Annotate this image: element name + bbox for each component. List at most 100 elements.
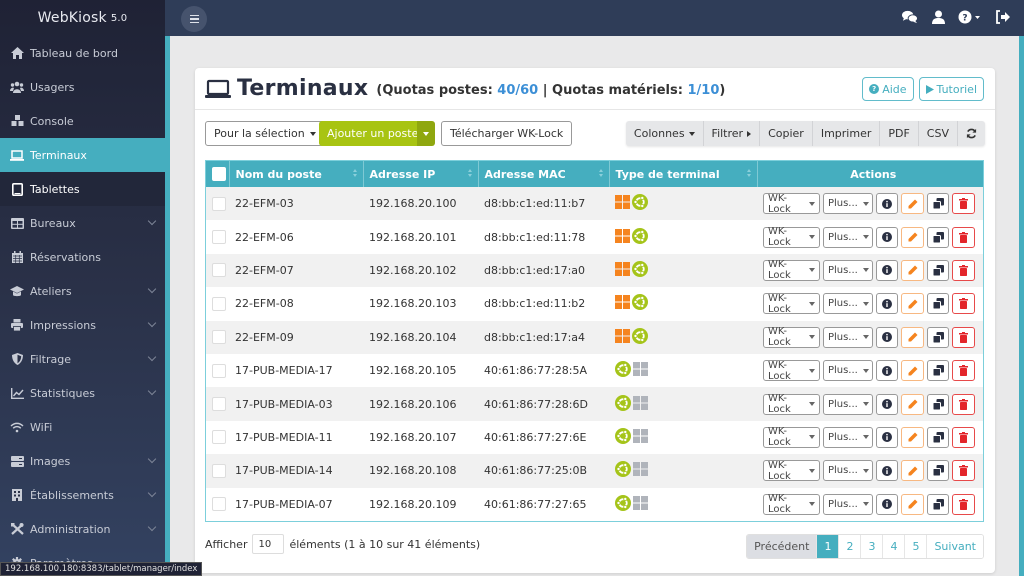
- sidebar-item-tableau-de-bord[interactable]: Tableau de bord: [0, 36, 165, 70]
- column-header-name[interactable]: Nom du poste: [229, 161, 364, 187]
- info-button[interactable]: [875, 493, 899, 515]
- row-checkbox[interactable]: [212, 296, 226, 311]
- edit-button[interactable]: [901, 326, 924, 348]
- edit-button[interactable]: [901, 226, 924, 248]
- wklock-dropdown[interactable]: WK-Lock: [763, 493, 820, 515]
- wklock-dropdown[interactable]: WK-Lock: [763, 460, 820, 482]
- delete-button[interactable]: [952, 393, 975, 415]
- logout-icon[interactable]: [994, 9, 1010, 25]
- wklock-dropdown[interactable]: WK-Lock: [763, 226, 820, 248]
- wklock-dropdown[interactable]: WK-Lock: [763, 193, 820, 215]
- row-checkbox[interactable]: [212, 230, 226, 245]
- add-terminal-dropdown-toggle[interactable]: [417, 121, 435, 146]
- select-all-checkbox[interactable]: [212, 167, 226, 181]
- add-terminal-button[interactable]: Ajouter un poste: [319, 121, 427, 146]
- page-5-button[interactable]: 5: [905, 535, 928, 558]
- row-checkbox[interactable]: [212, 330, 226, 345]
- edit-button[interactable]: [901, 360, 924, 382]
- duplicate-button[interactable]: [926, 259, 950, 281]
- user-icon[interactable]: [930, 9, 946, 25]
- delete-button[interactable]: [952, 193, 975, 215]
- page-4-button[interactable]: 4: [883, 535, 906, 558]
- edit-button[interactable]: [901, 193, 924, 215]
- edit-button[interactable]: [901, 293, 924, 315]
- wklock-dropdown[interactable]: WK-Lock: [763, 393, 820, 415]
- brand-logo[interactable]: WebKiosk 5.0: [0, 0, 165, 36]
- more-actions-dropdown[interactable]: Plus...: [822, 293, 873, 315]
- sidebar-item-impressions[interactable]: Impressions: [0, 308, 165, 342]
- sidebar-item-console[interactable]: Console: [0, 104, 165, 138]
- filter-button[interactable]: Filtrer: [704, 121, 761, 146]
- more-actions-dropdown[interactable]: Plus...: [822, 326, 873, 348]
- duplicate-button[interactable]: [926, 393, 950, 415]
- next-page-button[interactable]: Suivant: [927, 535, 983, 558]
- row-checkbox[interactable]: [212, 263, 226, 278]
- duplicate-button[interactable]: [926, 326, 950, 348]
- delete-button[interactable]: [952, 226, 975, 248]
- info-button[interactable]: [875, 326, 899, 348]
- edit-button[interactable]: [901, 460, 924, 482]
- menu-toggle-button[interactable]: [181, 6, 207, 32]
- column-header-type[interactable]: Type de terminal: [609, 161, 758, 187]
- edit-button[interactable]: [901, 493, 924, 515]
- info-button[interactable]: [875, 293, 899, 315]
- row-checkbox[interactable]: [212, 430, 226, 445]
- delete-button[interactable]: [952, 326, 975, 348]
- help-button[interactable]: ? Aide: [862, 77, 914, 101]
- wklock-dropdown[interactable]: WK-Lock: [763, 426, 820, 448]
- more-actions-dropdown[interactable]: Plus...: [822, 426, 873, 448]
- download-wklock-button[interactable]: Télécharger WK-Lock: [441, 121, 573, 146]
- info-button[interactable]: [875, 460, 899, 482]
- delete-button[interactable]: [952, 493, 975, 515]
- columns-button[interactable]: Colonnes: [626, 121, 704, 146]
- column-header-ip[interactable]: Adresse IP: [363, 161, 479, 187]
- duplicate-button[interactable]: [926, 193, 950, 215]
- sidebar-item-etablissements[interactable]: Établissements: [0, 478, 165, 512]
- duplicate-button[interactable]: [926, 293, 950, 315]
- delete-button[interactable]: [952, 360, 975, 382]
- info-button[interactable]: [875, 393, 899, 415]
- more-actions-dropdown[interactable]: Plus...: [822, 360, 873, 382]
- info-button[interactable]: [875, 360, 899, 382]
- sidebar-item-ateliers[interactable]: Ateliers: [0, 274, 165, 308]
- wklock-dropdown[interactable]: WK-Lock: [763, 293, 820, 315]
- column-header-mac[interactable]: Adresse MAC: [478, 161, 610, 187]
- sidebar-item-tablettes[interactable]: Tablettes: [0, 172, 165, 206]
- more-actions-dropdown[interactable]: Plus...: [822, 393, 873, 415]
- pdf-button[interactable]: PDF: [880, 121, 919, 146]
- help-menu-button[interactable]: ?: [958, 9, 982, 25]
- csv-button[interactable]: CSV: [919, 121, 958, 146]
- delete-button[interactable]: [952, 259, 975, 281]
- more-actions-dropdown[interactable]: Plus...: [822, 259, 873, 281]
- previous-page-button[interactable]: Précédent: [747, 535, 818, 558]
- print-button[interactable]: Imprimer: [813, 121, 881, 146]
- wklock-dropdown[interactable]: WK-Lock: [763, 360, 820, 382]
- wklock-dropdown[interactable]: WK-Lock: [763, 326, 820, 348]
- sidebar-item-reservations[interactable]: Réservations: [0, 240, 165, 274]
- copy-button[interactable]: Copier: [760, 121, 813, 146]
- sidebar-item-administration[interactable]: Administration: [0, 512, 165, 546]
- edit-button[interactable]: [901, 393, 924, 415]
- sidebar-item-images[interactable]: Images: [0, 444, 165, 478]
- selection-actions-dropdown[interactable]: Pour la sélection: [205, 121, 325, 146]
- row-checkbox[interactable]: [212, 397, 226, 412]
- wklock-dropdown[interactable]: WK-Lock: [763, 259, 820, 281]
- duplicate-button[interactable]: [926, 226, 950, 248]
- info-button[interactable]: [875, 193, 899, 215]
- row-checkbox[interactable]: [212, 497, 226, 512]
- row-checkbox[interactable]: [212, 463, 226, 478]
- duplicate-button[interactable]: [926, 460, 950, 482]
- sidebar-item-bureaux[interactable]: Bureaux: [0, 206, 165, 240]
- edit-button[interactable]: [901, 259, 924, 281]
- delete-button[interactable]: [952, 426, 975, 448]
- page-length-input[interactable]: 10: [252, 534, 285, 554]
- duplicate-button[interactable]: [926, 360, 950, 382]
- delete-button[interactable]: [952, 293, 975, 315]
- more-actions-dropdown[interactable]: Plus...: [822, 460, 873, 482]
- sidebar-item-wifi[interactable]: WiFi: [0, 410, 165, 444]
- page-1-button[interactable]: 1: [817, 535, 840, 558]
- tutorial-button[interactable]: Tutoriel: [918, 77, 984, 101]
- edit-button[interactable]: [901, 426, 924, 448]
- info-button[interactable]: [875, 426, 899, 448]
- row-checkbox[interactable]: [212, 196, 226, 211]
